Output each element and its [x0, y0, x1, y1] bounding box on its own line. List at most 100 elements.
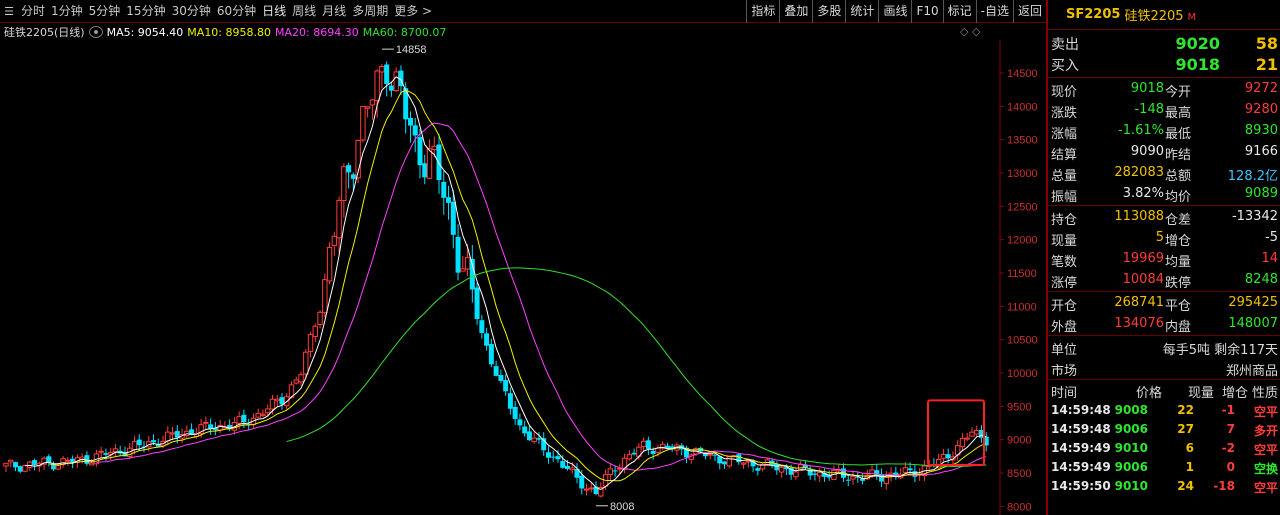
candle-body [517, 419, 523, 426]
y-tick-label: 14000 [1007, 101, 1038, 113]
candle-body [379, 65, 385, 73]
quote-row: 振幅 3.82% 均价 9089 [1048, 183, 1280, 205]
candle-body [564, 465, 570, 469]
candle-body [293, 379, 299, 384]
quote-label: 结算 [1051, 148, 1078, 163]
menu-icon[interactable]: ☰ [0, 0, 18, 23]
kline-chart[interactable]: 14500 14000 13500 13000 12500 12000 11500 11000… [0, 41, 1046, 515]
tool-button[interactable]: 指标 [746, 0, 779, 23]
tool-button[interactable]: 叠加 [779, 0, 812, 23]
quote-row: 结算 9090 昨结 9166 [1048, 141, 1280, 163]
candle-body [626, 454, 633, 460]
ticks-list[interactable]: 14:59:48 9008 22 -1 空平 14:59:48 9006 27 7 多开 14:59… [1048, 401, 1280, 496]
tick-time: 14:59:48 [1051, 403, 1111, 417]
period-tab[interactable]: 1分钟 [48, 0, 86, 23]
candle-body [907, 468, 913, 471]
quote-value: 9272 [1244, 81, 1278, 96]
candle-body [503, 380, 509, 392]
quote-label: 最高 [1165, 106, 1192, 121]
bid-price: 9018 [1175, 55, 1220, 74]
position-block: 持仓 113088 仓差 -13342 现量 5 增仓 -5 笔数 19969 均量 14 涨停 1008… [1048, 206, 1280, 291]
ma5-value: MA5: 9054.40 [106, 25, 184, 39]
candle-body [479, 320, 485, 333]
tool-button[interactable]: 标记 [942, 0, 976, 23]
tick-row: 14:59:48 9008 22 -1 空平 [1048, 401, 1280, 420]
candle-body [22, 465, 28, 472]
candle-body [455, 236, 461, 273]
candle-body [17, 466, 23, 472]
candle-body [536, 438, 542, 440]
candle-body [27, 461, 33, 468]
period-tab[interactable]: 分时 [18, 0, 48, 23]
quote-value: 148007 [1228, 316, 1278, 331]
candle-body [736, 454, 742, 463]
quote-value: 128.2亿 [1227, 169, 1278, 184]
period-tab[interactable]: 周线 [289, 0, 319, 23]
quote-value: 9018 [1130, 81, 1164, 96]
candle-body [203, 421, 209, 424]
candle-body [431, 145, 437, 150]
period-tab[interactable]: 5分钟 [86, 0, 124, 23]
candle-body [484, 333, 490, 346]
candle-body [531, 437, 537, 443]
period-tab[interactable]: 30分钟 [169, 0, 214, 23]
tool-button[interactable]: 返回 [1012, 0, 1046, 23]
quote-value: -5 [1265, 230, 1278, 245]
period-tab[interactable]: 60分钟 [214, 0, 259, 23]
market-row: 市场 郑州商品 [1048, 357, 1280, 379]
candle-body [579, 475, 585, 489]
period-toolbar: ☰ 分时 1分钟 5分钟 15分钟 30分钟 60分钟 日线 周线 月线 多周期 更多 > 指标 叠加… [0, 0, 1046, 23]
quote-label: 今开 [1165, 85, 1192, 100]
candle-body [974, 430, 980, 435]
quote-label: 现量 [1051, 234, 1078, 249]
quote-label: 均价 [1165, 190, 1192, 205]
quote-row: 涨停 10084 跌停 8248 [1048, 269, 1280, 291]
quote-value: 5 [1155, 230, 1164, 245]
quote-value: 113088 [1114, 209, 1164, 224]
quote-value: 10084 [1122, 272, 1164, 287]
candle-body [169, 432, 176, 435]
quote-label: 振幅 [1051, 190, 1078, 205]
candle-body [341, 166, 347, 202]
candle-body [55, 465, 62, 470]
y-tick-label: 13000 [1007, 168, 1038, 180]
ask-row: 卖出 9020 58 [1048, 33, 1280, 54]
candle-body [745, 460, 752, 463]
candle-body [165, 431, 171, 442]
tick-time: 14:59:49 [1051, 460, 1111, 474]
tick-nature: 多开 [1253, 424, 1278, 438]
period-tab[interactable]: 日线 [259, 0, 289, 23]
candle-body [136, 439, 142, 446]
candle-body [712, 454, 718, 456]
y-tick-label: 12000 [1007, 235, 1038, 247]
tick-price: 9006 [1114, 460, 1148, 474]
period-tab[interactable]: 多周期 [349, 0, 391, 23]
unit-label: 单位 [1051, 343, 1078, 358]
tool-button[interactable]: 画线 [878, 0, 911, 23]
ma60-line [286, 267, 987, 468]
tool-button[interactable]: 多股 [812, 0, 845, 23]
ask-label: 卖出 [1051, 36, 1079, 53]
chart-control-icons[interactable]: ◇ ◇ [960, 25, 1000, 39]
candle-body [816, 471, 823, 477]
bid-row: 买入 9018 21 [1048, 54, 1280, 75]
contract-code: SF2205 [1066, 7, 1121, 22]
tool-button[interactable]: 统计 [845, 0, 878, 23]
tick-row: 14:59:48 9006 27 7 多开 [1048, 420, 1280, 439]
tick-volume: 22 [1177, 403, 1194, 417]
tool-button[interactable]: -自选 [975, 0, 1013, 23]
quote-value: 19969 [1122, 251, 1164, 266]
period-tab[interactable]: 更多 > [391, 0, 435, 23]
period-tab[interactable]: 月线 [319, 0, 349, 23]
period-tab[interactable]: 15分钟 [123, 0, 168, 23]
quote-row: 涨跌 -148 最高 9280 [1048, 99, 1280, 121]
quote-value: 9166 [1244, 144, 1278, 159]
quote-value: 134076 [1114, 316, 1164, 331]
candle-body [631, 452, 637, 455]
tool-button[interactable]: F10 [911, 0, 942, 23]
candle-body [407, 117, 413, 126]
tick-increment: -1 [1221, 403, 1235, 417]
eye-icon[interactable] [88, 26, 103, 38]
quote-row: 总量 282083 总额 128.2亿 [1048, 162, 1280, 184]
quote-value: 9280 [1244, 102, 1278, 117]
